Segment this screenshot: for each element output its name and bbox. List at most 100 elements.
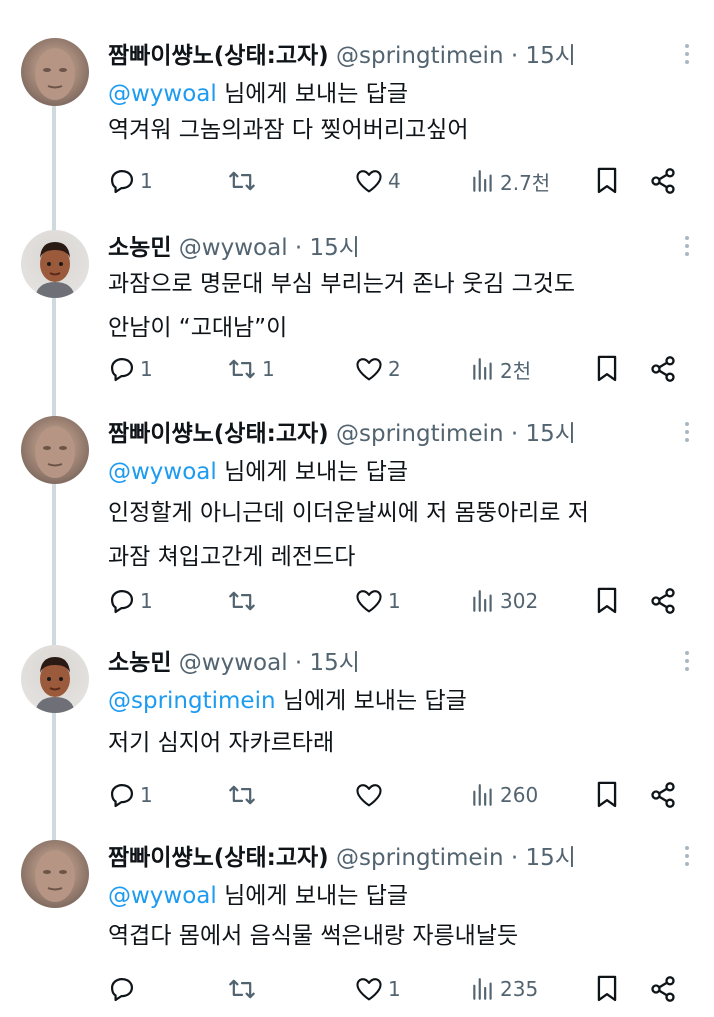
bookmark-button[interactable] [594, 971, 620, 1007]
more-icon[interactable] [682, 236, 692, 260]
bookmark-icon [594, 354, 620, 384]
tweet[interactable]: 소농민 @wywoal · 15시 @springtimein 님에게 보내는 답… [0, 645, 714, 817]
timestamp[interactable]: 15시 [525, 43, 575, 69]
reply-count: 1 [140, 169, 153, 193]
display-name[interactable]: 소농민 [108, 235, 171, 261]
tweet-text-line: 저기 심지어 자카르타래 [108, 730, 335, 756]
like-button[interactable]: 4 [354, 163, 401, 199]
reply-button[interactable] [108, 971, 140, 1007]
bookmark-button[interactable] [594, 163, 620, 199]
timestamp[interactable]: 15시 [310, 235, 360, 261]
views-count: 2천 [500, 358, 532, 383]
retweet-button[interactable] [226, 777, 262, 813]
heart-icon [354, 781, 384, 809]
share-button[interactable] [649, 351, 677, 387]
tweet-header: 짬빠이썅노(상태:고자) @springtimein · 15시 [108, 416, 576, 452]
retweet-button[interactable] [226, 583, 262, 619]
display-name[interactable]: 소농민 [108, 650, 171, 676]
share-icon [649, 355, 677, 383]
more-icon[interactable] [682, 651, 692, 675]
retweet-icon [226, 167, 258, 195]
separator-dot: · [503, 43, 526, 69]
avatar[interactable] [21, 38, 89, 106]
reply-button[interactable]: 1 [108, 583, 153, 619]
reply-to-mention[interactable]: @wywoal [108, 81, 217, 107]
views-button[interactable]: 2.7천 [470, 163, 550, 199]
display-name[interactable]: 짬빠이썅노(상태:고자) [108, 43, 329, 69]
views-button[interactable]: 302 [470, 583, 538, 619]
avatar[interactable] [21, 840, 89, 908]
reply-icon [108, 975, 136, 1003]
bookmark-button[interactable] [594, 351, 620, 387]
heart-icon [354, 975, 384, 1003]
reply-button[interactable]: 1 [108, 777, 153, 813]
more-icon[interactable] [682, 422, 692, 446]
like-count: 4 [388, 169, 401, 193]
like-button[interactable] [354, 777, 388, 813]
avatar[interactable] [21, 230, 89, 298]
tweet-text-line: 안남이 “고대남”이 [108, 315, 288, 341]
display-name[interactable]: 짬빠이썅노(상태:고자) [108, 845, 329, 871]
share-button[interactable] [649, 971, 677, 1007]
bookmark-icon [594, 780, 620, 810]
user-handle[interactable]: @wywoal [179, 235, 288, 261]
reply-to-line: @wywoal 님에게 보내는 답글 [108, 454, 408, 490]
user-handle[interactable]: @wywoal [179, 650, 288, 676]
retweet-icon [226, 587, 258, 615]
action-bar: 1 1 2 2천 [108, 351, 688, 387]
views-count: 260 [500, 783, 539, 807]
reply-button[interactable]: 1 [108, 163, 153, 199]
share-button[interactable] [649, 163, 677, 199]
reply-to-mention[interactable]: @wywoal [108, 459, 217, 485]
timestamp[interactable]: 15시 [525, 421, 575, 447]
share-button[interactable] [649, 777, 677, 813]
reply-count: 1 [140, 783, 153, 807]
views-icon [470, 782, 496, 808]
avatar[interactable] [21, 645, 89, 713]
user-handle[interactable]: @springtimein [336, 43, 504, 69]
user-handle[interactable]: @springtimein [336, 845, 504, 871]
user-handle[interactable]: @springtimein [336, 421, 504, 447]
tweet[interactable]: 짬빠이썅노(상태:고자) @springtimein · 15시 @wywoal … [0, 38, 714, 203]
views-icon [470, 976, 496, 1002]
reply-to-mention[interactable]: @springtimein [108, 688, 276, 714]
bookmark-button[interactable] [594, 777, 620, 813]
like-count: 1 [388, 977, 401, 1001]
views-icon [470, 168, 496, 194]
views-button[interactable]: 260 [470, 777, 538, 813]
tweet[interactable]: 짬빠이썅노(상태:고자) @springtimein · 15시 @wywoal … [0, 416, 714, 623]
like-button[interactable]: 2 [354, 351, 401, 387]
bookmark-icon [594, 974, 620, 1004]
views-button[interactable]: 2천 [470, 351, 531, 387]
tweet-text-line: 인정할게 아니근데 이더운날씨에 저 몸뚱아리로 저 [108, 500, 589, 526]
tweet[interactable]: 짬빠이썅노(상태:고자) @springtimein · 15시 @wywoal … [0, 840, 714, 1011]
retweet-button[interactable] [226, 163, 262, 199]
reply-button[interactable]: 1 [108, 351, 153, 387]
more-icon[interactable] [682, 846, 692, 870]
bookmark-button[interactable] [594, 583, 620, 619]
reply-to-label: 님에게 보내는 답글 [224, 459, 409, 485]
views-button[interactable]: 235 [470, 971, 538, 1007]
timestamp[interactable]: 15시 [310, 650, 360, 676]
like-button[interactable]: 1 [354, 583, 401, 619]
tweet-text-line: 과잠 쳐입고간게 레전드다 [108, 544, 356, 570]
retweet-button[interactable]: 1 [226, 351, 275, 387]
timestamp[interactable]: 15시 [525, 845, 575, 871]
share-button[interactable] [649, 583, 677, 619]
reply-to-label: 님에게 보내는 답글 [224, 81, 409, 107]
like-count: 2 [388, 357, 401, 381]
action-bar: 1 4 2.7천 [108, 163, 688, 199]
like-button[interactable]: 1 [354, 971, 401, 1007]
action-bar: 1 1 302 [108, 583, 688, 619]
display-name[interactable]: 짬빠이썅노(상태:고자) [108, 421, 329, 447]
views-count: 302 [500, 589, 539, 613]
retweet-button[interactable] [226, 971, 262, 1007]
tweet[interactable]: 소농민 @wywoal · 15시 과잠으로 명문대 부심 부리는거 존나 웃김 … [0, 230, 714, 391]
more-icon[interactable] [682, 44, 692, 68]
avatar[interactable] [21, 416, 89, 484]
share-icon [649, 781, 677, 809]
tweet-header: 짬빠이썅노(상태:고자) @springtimein · 15시 [108, 38, 576, 74]
action-bar: 1 235 [108, 971, 688, 1007]
reply-to-line: @wywoal 님에게 보내는 답글 [108, 878, 408, 914]
reply-to-mention[interactable]: @wywoal [108, 883, 217, 909]
